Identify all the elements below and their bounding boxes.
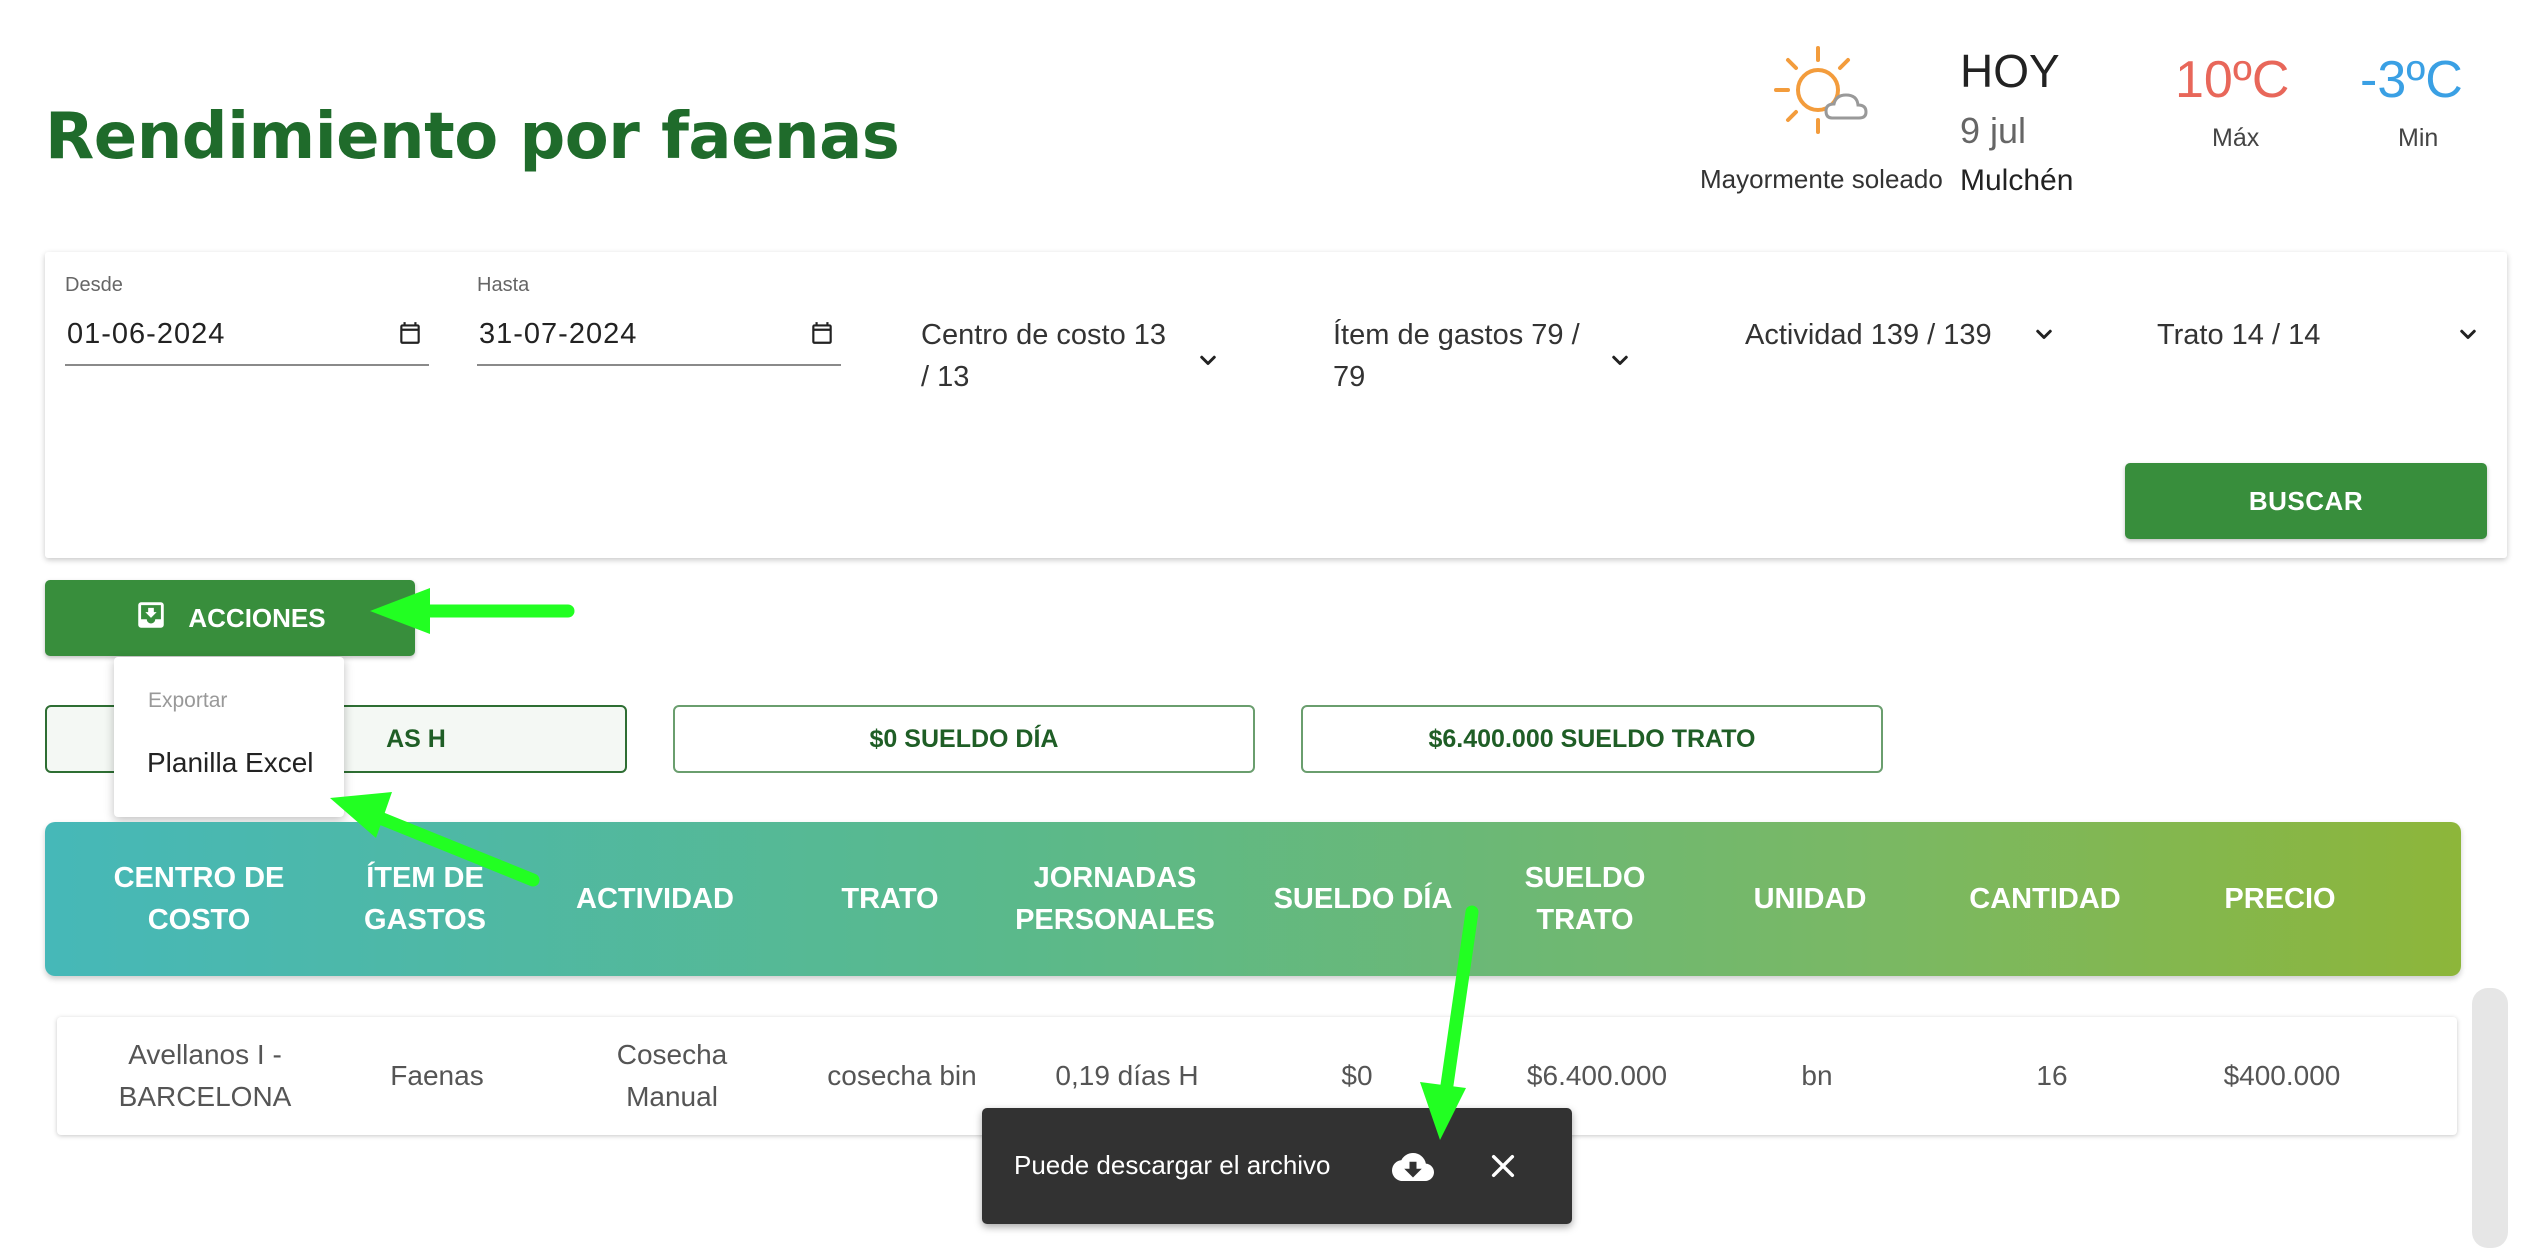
hasta-label: Hasta — [477, 274, 530, 296]
weather-date: 9 jul — [1960, 110, 2027, 151]
item-gastos-select[interactable]: Ítem de gastos 79 / 79 — [1333, 314, 1643, 404]
menu-item-planilla-excel[interactable]: Planilla Excel — [147, 747, 314, 779]
column-header: PRECIO — [2224, 883, 2336, 915]
hasta-date-value: 31-07-2024 — [479, 318, 638, 350]
weather-location: Mulchén — [1960, 164, 2074, 197]
column-header: ACTIVIDAD — [576, 883, 734, 915]
weather-min-temp: -3ºC — [2360, 51, 2463, 109]
column-header: TRATO — [841, 883, 939, 915]
vertical-scrollbar[interactable] — [2472, 988, 2508, 1248]
column-header: UNIDAD — [1753, 883, 1867, 915]
column-header: CENTRO DE COSTO — [113, 862, 285, 936]
column-header: JORNADAS PERSONALES — [1015, 862, 1215, 936]
table-cell: $400.000 — [2223, 1060, 2341, 1091]
weather-max-label: Máx — [2212, 124, 2260, 152]
menu-header-exportar: Exportar — [148, 689, 228, 712]
column-header: ÍTEM DE GASTOS — [364, 862, 486, 936]
desde-date-value: 01-06-2024 — [67, 318, 226, 350]
acciones-button[interactable]: ACCIONES — [45, 580, 415, 656]
column-header: SUELDO TRATO — [1524, 862, 1646, 936]
inbox-icon — [134, 598, 168, 639]
hasta-date-field[interactable]: 31-07-2024 — [477, 308, 841, 368]
table-cell: cosecha bin — [827, 1060, 977, 1091]
calendar-icon[interactable] — [809, 320, 835, 346]
desde-date-field[interactable]: 01-06-2024 — [65, 308, 429, 368]
table-cell: Avellanos I - BARCELONA — [118, 1039, 292, 1112]
trato-select[interactable]: Trato 14 / 14 — [2157, 314, 2497, 364]
weather-today-label: HOY — [1960, 45, 2060, 97]
item-gastos-value: Ítem de gastos 79 / 79 — [1333, 319, 1580, 393]
desde-underline — [65, 364, 429, 366]
summary-chip-jornadas-text: AS H — [386, 724, 446, 753]
partly-sunny-icon — [1770, 40, 1880, 150]
weather-description: Mayormente soleado — [1700, 164, 1943, 194]
snackbar: Puede descargar el archivo — [982, 1108, 1572, 1224]
hasta-underline — [477, 364, 841, 366]
column-header: SUELDO DÍA — [1273, 883, 1453, 915]
acciones-label: ACCIONES — [188, 602, 326, 633]
centro-costo-select[interactable]: Centro de costo 13 / 13 — [921, 314, 1231, 404]
table-cell: Cosecha Manual — [616, 1039, 728, 1112]
summary-chip-sueldo-dia: $0 SUELDO DÍA — [673, 705, 1255, 773]
weather-max-temp: 10ºC — [2175, 51, 2290, 109]
calendar-icon[interactable] — [397, 320, 423, 346]
weather-min-label: Min — [2398, 124, 2439, 152]
cloud-download-icon[interactable] — [1392, 1146, 1434, 1188]
snackbar-message: Puede descargar el archivo — [1014, 1150, 1331, 1180]
page-title: Rendimiento por faenas — [45, 100, 900, 174]
chevron-down-icon — [2029, 320, 2059, 350]
summary-chip-sueldo-trato: $6.400.000 SUELDO TRATO — [1301, 705, 1883, 773]
close-icon[interactable] — [1487, 1150, 1519, 1182]
chevron-down-icon — [1605, 346, 1635, 376]
table-cell: Faenas — [390, 1060, 484, 1091]
column-header: CANTIDAD — [1969, 883, 2121, 915]
table-header: CENTRO DE COSTO ÍTEM DE GASTOS ACTIVIDAD… — [45, 822, 2461, 976]
chevron-down-icon — [1193, 346, 1223, 376]
centro-costo-value: Centro de costo 13 / 13 — [921, 319, 1167, 393]
actividad-value: Actividad 139 / 139 — [1745, 319, 1992, 351]
desde-label: Desde — [65, 274, 123, 296]
table-cell: bn — [1801, 1060, 1833, 1091]
buscar-button[interactable]: BUSCAR — [2125, 463, 2487, 539]
actividad-select[interactable]: Actividad 139 / 139 — [1745, 314, 2055, 364]
acciones-menu: Exportar Planilla Excel — [114, 657, 344, 817]
chevron-down-icon — [2453, 320, 2483, 350]
trato-value: Trato 14 / 14 — [2157, 319, 2321, 351]
table-cell: 16 — [2036, 1060, 2068, 1091]
